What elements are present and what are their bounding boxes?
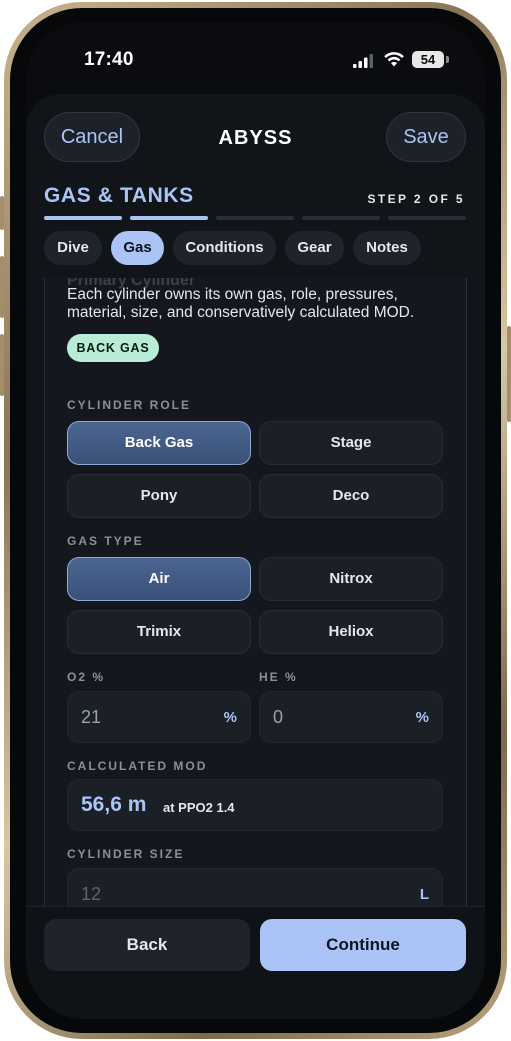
battery-nub bbox=[446, 56, 449, 63]
gas-type-label: GAS TYPE bbox=[67, 534, 144, 548]
tab-dive[interactable]: Dive bbox=[44, 231, 102, 265]
power-button bbox=[507, 326, 511, 422]
progress-segment bbox=[388, 216, 466, 220]
mod-display: 56,6 m at PPO2 1.4 bbox=[67, 779, 443, 831]
progress-segment bbox=[44, 216, 122, 220]
mute-switch bbox=[0, 196, 4, 230]
he-unit: % bbox=[415, 709, 429, 726]
o2-unit: % bbox=[223, 709, 237, 726]
o2-label: O2 % bbox=[67, 670, 106, 684]
progress-segment bbox=[302, 216, 380, 220]
cylinder-role-badge: BACK GAS bbox=[67, 334, 159, 362]
tab-conditions[interactable]: Conditions bbox=[173, 231, 276, 265]
step-indicator: STEP 2 OF 5 bbox=[367, 192, 465, 206]
mod-label: CALCULATED MOD bbox=[67, 759, 208, 773]
cylinder-card: Primary Cylinder Each cylinder owns its … bbox=[45, 278, 466, 908]
continue-button[interactable]: Continue bbox=[260, 919, 466, 971]
role-option-stage[interactable]: Stage bbox=[259, 421, 443, 465]
cylinder-size-label: CYLINDER SIZE bbox=[67, 847, 185, 861]
role-option-pony[interactable]: Pony bbox=[67, 474, 251, 518]
status-bar: 17:40 54 bbox=[26, 22, 485, 102]
o2-value: 21 bbox=[81, 707, 102, 727]
cylinder-size-unit: L bbox=[419, 886, 429, 903]
he-value: 0 bbox=[273, 707, 284, 727]
progress-segment bbox=[130, 216, 208, 220]
mod-ppo2-note: at PPO2 1.4 bbox=[163, 800, 235, 815]
mod-value: 56,6 m bbox=[81, 793, 147, 816]
step-progress bbox=[44, 216, 467, 220]
gas-option-heliox[interactable]: Heliox bbox=[259, 610, 443, 654]
volume-up-button bbox=[0, 256, 4, 318]
status-time: 17:40 bbox=[84, 49, 134, 70]
cylinder-size-value: 12 bbox=[81, 884, 102, 904]
screen: 17:40 54 Cancel ABYSS Save GAS & TANKS S… bbox=[26, 22, 485, 1019]
cylinder-description: Each cylinder owns its own gas, role, pr… bbox=[67, 286, 415, 321]
role-option-back-gas[interactable]: Back Gas bbox=[67, 421, 251, 465]
battery-icon: 54 bbox=[412, 51, 444, 68]
footer-bar: Back Continue bbox=[26, 906, 485, 1019]
cylinder-size-input[interactable]: 12 L bbox=[67, 868, 443, 908]
volume-down-button bbox=[0, 334, 4, 396]
wifi-icon bbox=[384, 52, 404, 67]
form-scroll-area[interactable]: Primary Cylinder Each cylinder owns its … bbox=[44, 278, 467, 908]
tab-gear[interactable]: Gear bbox=[285, 231, 344, 265]
role-option-deco[interactable]: Deco bbox=[259, 474, 443, 518]
back-button[interactable]: Back bbox=[44, 919, 250, 971]
he-label: HE % bbox=[259, 670, 298, 684]
save-button[interactable]: Save bbox=[386, 112, 466, 162]
o2-input[interactable]: 21 % bbox=[67, 691, 251, 743]
gas-option-air[interactable]: Air bbox=[67, 557, 251, 601]
section-title: GAS & TANKS bbox=[44, 184, 194, 207]
cylinder-role-label: CYLINDER ROLE bbox=[67, 398, 192, 412]
gas-option-nitrox[interactable]: Nitrox bbox=[259, 557, 443, 601]
tab-gas[interactable]: Gas bbox=[111, 231, 164, 265]
cellular-signal-icon bbox=[353, 54, 373, 68]
tab-notes[interactable]: Notes bbox=[353, 231, 421, 265]
gas-option-trimix[interactable]: Trimix bbox=[67, 610, 251, 654]
progress-segment bbox=[216, 216, 294, 220]
he-input[interactable]: 0 % bbox=[259, 691, 443, 743]
